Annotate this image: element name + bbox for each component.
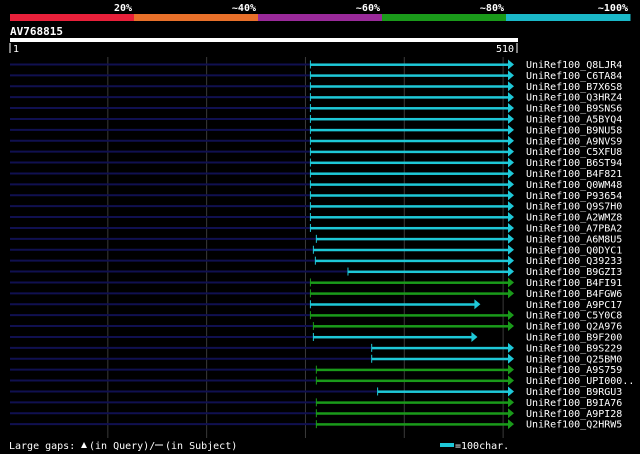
hit-alignment-bar [310, 172, 509, 175]
hit-label[interactable]: UniRef100_B9S229 [526, 343, 622, 354]
hit-label[interactable]: UniRef100_A6M8U5 [526, 234, 622, 245]
hit-alignment-bar [310, 128, 509, 132]
hit-alignment-bar [310, 63, 509, 66]
hit-label[interactable]: UniRef100_Q25BM0 [526, 354, 622, 365]
hit-label[interactable]: UniRef100_Q8LJR4 [526, 60, 622, 71]
hit-alignment-bar [310, 216, 509, 219]
hit-label[interactable]: UniRef100_Q39233 [526, 256, 622, 267]
hit-alignment-bar [315, 259, 509, 263]
hit-alignment-bar [310, 281, 509, 284]
hit-alignment-bar [347, 270, 509, 274]
legend-segment-3 [258, 14, 383, 21]
hit-alignment-bar [313, 335, 473, 339]
hit-label[interactable]: UniRef100_B9NU58 [526, 125, 622, 136]
hit-label[interactable]: UniRef100_B4FI91 [526, 278, 622, 289]
hit-alignment-bar [310, 226, 509, 230]
legend-label-1: 20% [114, 3, 132, 14]
hit-label[interactable]: UniRef100_Q2A976 [526, 322, 622, 333]
hit-alignment-bar [316, 379, 509, 383]
hit-label[interactable]: UniRef100_A9NVS9 [526, 136, 622, 147]
hit-alignment-bar [310, 139, 509, 143]
hit-label[interactable]: UniRef100_P93654 [526, 191, 622, 202]
hit-label[interactable]: UniRef100_B9SNS6 [526, 104, 622, 115]
hit-alignment-bar [316, 423, 509, 426]
gaps-prefix-label: Large gaps: [9, 441, 75, 452]
gaps-subject-label: (in Subject) [165, 441, 237, 452]
legend-label-5: ~100% [598, 3, 628, 14]
alignment-overview: 20% ~40% ~60% ~80% ~100% AV768815 1 510 UniR… [0, 0, 640, 454]
hit-alignment-bar [310, 117, 509, 121]
hit-label[interactable]: UniRef100_B9RGU3 [526, 387, 622, 398]
legend-segment-5 [506, 14, 631, 21]
ruler-end-label: 510 [496, 44, 514, 55]
hit-label[interactable]: UniRef100_B9F200 [526, 332, 622, 343]
ruler-start-label: 1 [13, 44, 19, 55]
hit-alignment-bar [316, 368, 509, 372]
hit-alignment-bar [310, 205, 509, 208]
query-name: AV768815 [10, 25, 63, 38]
hit-label[interactable]: UniRef100_B4FGW6 [526, 289, 622, 300]
hit-alignment-bar [310, 194, 509, 197]
hit-label[interactable]: UniRef100_B9IA76 [526, 398, 622, 409]
legend-label-2: ~40% [232, 3, 256, 14]
legend-label-3: ~60% [356, 3, 380, 14]
hit-label[interactable]: UniRef100_Q0DYC1 [526, 245, 622, 256]
hit-alignment-bar [371, 357, 509, 361]
hit-label[interactable]: UniRef100_B4F821 [526, 169, 622, 180]
legend-segment-2 [134, 14, 259, 21]
hit-label[interactable]: UniRef100_A9PI28 [526, 409, 622, 420]
hit-label[interactable]: UniRef100_B6ST94 [526, 158, 622, 169]
hit-label[interactable]: UniRef100_Q2HRW5 [526, 420, 622, 431]
hit-label[interactable]: UniRef100_B9GZI3 [526, 267, 622, 278]
hit-label[interactable]: UniRef100_B7X6S8 [526, 82, 622, 93]
hit-alignment-bar [310, 314, 509, 317]
hit-label[interactable]: UniRef100_Q3HRZ4 [526, 93, 622, 104]
hit-alignment-bar [371, 346, 509, 350]
hit-alignment-bar [310, 183, 509, 186]
hit-label[interactable]: UniRef100_Q9S7H0 [526, 202, 622, 213]
hit-label[interactable]: UniRef100_A7PBA2 [526, 223, 622, 234]
hit-alignment-bar [310, 96, 509, 99]
hit-alignment-bar [316, 412, 509, 415]
hit-alignment-bar [313, 248, 509, 252]
hit-label[interactable]: UniRef100_UPI000.. [526, 376, 634, 387]
hit-label[interactable]: UniRef100_A5BYQ4 [526, 114, 622, 125]
hit-alignment-bar [310, 150, 509, 154]
hit-alignment-bar [316, 401, 509, 404]
hit-label[interactable]: UniRef100_A9S759 [526, 365, 622, 376]
hit-label[interactable]: UniRef100_A2WMZ8 [526, 213, 622, 224]
legend-segment-1 [10, 14, 135, 21]
hit-alignment-bar [313, 325, 509, 328]
hit-label[interactable]: UniRef100_Q0WM48 [526, 180, 622, 191]
hit-alignment-bar [377, 390, 509, 393]
query-bar [10, 38, 518, 42]
legend-label-4: ~80% [480, 3, 504, 14]
hit-label[interactable]: UniRef100_A9PC17 [526, 300, 622, 311]
hit-alignment-bar [310, 107, 509, 110]
hit-label[interactable]: UniRef100_C6TA84 [526, 71, 622, 82]
scale-label: =100char. [455, 441, 509, 452]
hit-alignment-bar [310, 303, 476, 306]
hit-alignment-bar [316, 237, 509, 241]
hit-alignment-bar [310, 85, 509, 88]
scale-bar-icon [440, 443, 454, 447]
hit-alignment-bar [310, 74, 509, 77]
hit-label[interactable]: UniRef100_C5Y0C8 [526, 311, 622, 322]
hit-alignment-bar [310, 161, 509, 165]
gaps-query-label: (in Query)/ [89, 441, 155, 452]
hit-label[interactable]: UniRef100_C5XFU8 [526, 147, 622, 158]
legend-segment-4 [382, 14, 507, 21]
hit-alignment-bar [310, 292, 509, 295]
identity-legend-bar [10, 14, 631, 21]
